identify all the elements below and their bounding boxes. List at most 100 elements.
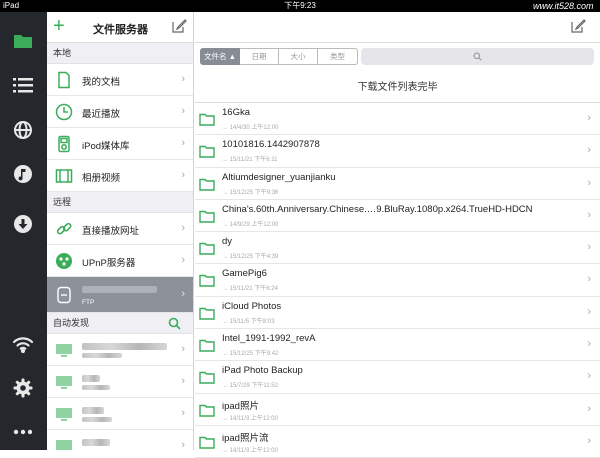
watermark: www.it528.com (533, 1, 594, 11)
file-row[interactable]: 10101816.1442907878 → 15/11/21 下午6:11 › (195, 135, 600, 168)
sidebar-item-upnp[interactable]: UPnP服务器 › (47, 245, 193, 277)
download-icon[interactable] (11, 212, 35, 236)
chevron-right-icon: › (181, 343, 185, 355)
monitor-icon (55, 341, 73, 359)
sidebar-item-direct-url[interactable]: 直接播放网址 › (47, 213, 193, 245)
sort-by-size-button[interactable]: 大小 (279, 48, 318, 65)
server-icon (55, 286, 73, 304)
chevron-right-icon: › (181, 439, 185, 450)
status-banner: 下载文件列表完毕 (195, 73, 600, 103)
file-row[interactable]: iPad Photo Backup → 15/7/29 下午11:52 › (195, 361, 600, 394)
chevron-right-icon: › (587, 112, 591, 124)
file-date: → 14/9/29 上午12:00 (222, 221, 279, 228)
redacted-device-name (82, 407, 104, 414)
edit-icon[interactable] (571, 19, 586, 38)
discovered-device[interactable]: › (47, 334, 193, 366)
chevron-right-icon: › (181, 73, 185, 85)
music-icon[interactable] (11, 162, 35, 186)
link-icon (55, 220, 73, 238)
file-name: GamePig6 (222, 268, 267, 280)
document-icon (55, 71, 73, 89)
settings-gear-icon[interactable] (11, 376, 35, 400)
sidebar-item-recent[interactable]: 最近播放 › (47, 96, 193, 128)
redacted-device-sub (82, 353, 122, 358)
file-row[interactable]: dy → 15/12/25 下午4:39 › (195, 232, 600, 265)
file-name: China's.60th.Anniversary.Chinese.…9.BluR… (222, 203, 533, 215)
globe-icon[interactable] (11, 118, 35, 142)
file-name: 10101816.1442907878 (222, 139, 320, 151)
ipod-icon (55, 135, 73, 153)
file-date: → 14/11/3 上午12:00 (222, 415, 278, 422)
sidebar-item-label: 直接播放网址 (82, 226, 140, 237)
redacted-device-name (82, 343, 167, 350)
edit-icon[interactable] (172, 19, 187, 38)
file-date: → 15/11/21 下午6:24 (222, 286, 278, 293)
sort-by-name-button[interactable]: 文件名 ▲ (200, 48, 240, 65)
file-row[interactable]: iCloud Photos → 15/11/5 下午8:03 › (195, 297, 600, 330)
more-dots-icon[interactable] (11, 420, 35, 444)
file-date: → 14/4/30 上午12:00 (222, 125, 279, 131)
sidebar-item-ftp-server[interactable]: FTP › (47, 277, 193, 313)
status-time: 下午9:23 (284, 1, 316, 10)
chevron-right-icon: › (181, 288, 185, 300)
file-name: iPad Photo Backup (222, 365, 303, 377)
file-name: Altiumdesigner_yuanjianku (222, 171, 336, 183)
discovered-device[interactable]: › (47, 398, 193, 430)
sort-segmented-control: 文件名 ▲ 日期 大小 类型 (200, 48, 358, 65)
file-row[interactable]: China's.60th.Anniversary.Chinese.…9.BluR… (195, 200, 600, 233)
file-row[interactable]: ipad照片 → 14/11/3 上午12:00 › (195, 394, 600, 426)
file-date: → 15/12/25 下午9:42 (222, 351, 279, 358)
folder-icon[interactable] (11, 29, 35, 53)
chevron-right-icon: › (587, 144, 591, 157)
redacted-device-name (82, 439, 110, 446)
chevron-right-icon: › (181, 169, 185, 181)
chevron-right-icon: › (181, 254, 185, 266)
chevron-right-icon: › (181, 137, 185, 149)
folder-icon (199, 274, 215, 292)
nav-rail (0, 12, 47, 450)
redacted-device-sub (82, 417, 112, 422)
folder-icon (199, 242, 215, 260)
file-date: → 15/12/25 下午4:39 (222, 254, 279, 261)
file-row[interactable]: 16Gka → 14/4/30 上午12:00 › (195, 103, 600, 136)
chevron-right-icon: › (587, 305, 591, 318)
section-local: 本地 (47, 43, 193, 64)
sidebar-item-my-documents[interactable]: 我的文档 › (47, 64, 193, 96)
file-browser-pane: 文件名 ▲ 日期 大小 类型 下载文件列表完毕 16Gka → 14/4/30 上… (195, 12, 600, 458)
search-input[interactable] (361, 48, 594, 65)
wifi-icon[interactable] (11, 332, 35, 356)
file-name: iCloud Photos (222, 300, 282, 312)
sidebar: + 文件服务器 本地 我的文档 › 最近播放 › iPod媒体库 › 相册视频 … (47, 12, 194, 450)
folder-icon (199, 210, 215, 228)
folder-icon (199, 307, 215, 325)
chevron-right-icon: › (587, 402, 591, 415)
status-bar: iPad 下午9:23 www.it528.com (0, 0, 600, 12)
discovered-device[interactable]: › (47, 366, 193, 398)
file-name: Intel_1991-1992_revA (222, 333, 316, 345)
file-date: → 15/11/21 下午6:11 (222, 157, 278, 164)
sidebar-item-label: UPnP服务器 (82, 258, 136, 269)
sidebar-item-label: 最近播放 (82, 109, 121, 120)
sort-by-date-button[interactable]: 日期 (240, 48, 279, 65)
chevron-right-icon: › (181, 105, 185, 117)
file-row[interactable]: GamePig6 → 15/11/21 下午6:24 › (195, 264, 600, 297)
chevron-right-icon: › (587, 241, 591, 254)
sidebar-header: + 文件服务器 (47, 12, 193, 43)
file-row[interactable]: Intel_1991-1992_revA → 15/12/25 下午9:42 › (195, 329, 600, 362)
chevron-right-icon: › (587, 370, 591, 383)
section-auto-discover-label: 自动发现 (53, 318, 90, 328)
upnp-icon (55, 252, 73, 270)
sidebar-item-ipod-library[interactable]: iPod媒体库 › (47, 128, 193, 160)
list-icon[interactable] (11, 73, 35, 97)
file-row[interactable]: Altiumdesigner_yuanjianku → 15/12/25 下午9:… (195, 168, 600, 200)
file-row[interactable]: ipad照片流 → 14/11/3 上午12:00 › (195, 426, 600, 458)
chevron-right-icon: › (181, 222, 185, 234)
chevron-right-icon: › (587, 434, 591, 447)
chevron-right-icon: › (587, 176, 591, 189)
file-date: → 14/11/3 上午12:00 (222, 447, 278, 454)
file-name: ipad照片 (222, 400, 259, 412)
sort-by-type-button[interactable]: 类型 (318, 48, 358, 65)
sidebar-item-album-videos[interactable]: 相册视频 › (47, 160, 193, 192)
discovered-device[interactable]: › (47, 430, 193, 450)
file-list: 16Gka → 14/4/30 上午12:00 › 10101816.14429078… (195, 103, 600, 458)
